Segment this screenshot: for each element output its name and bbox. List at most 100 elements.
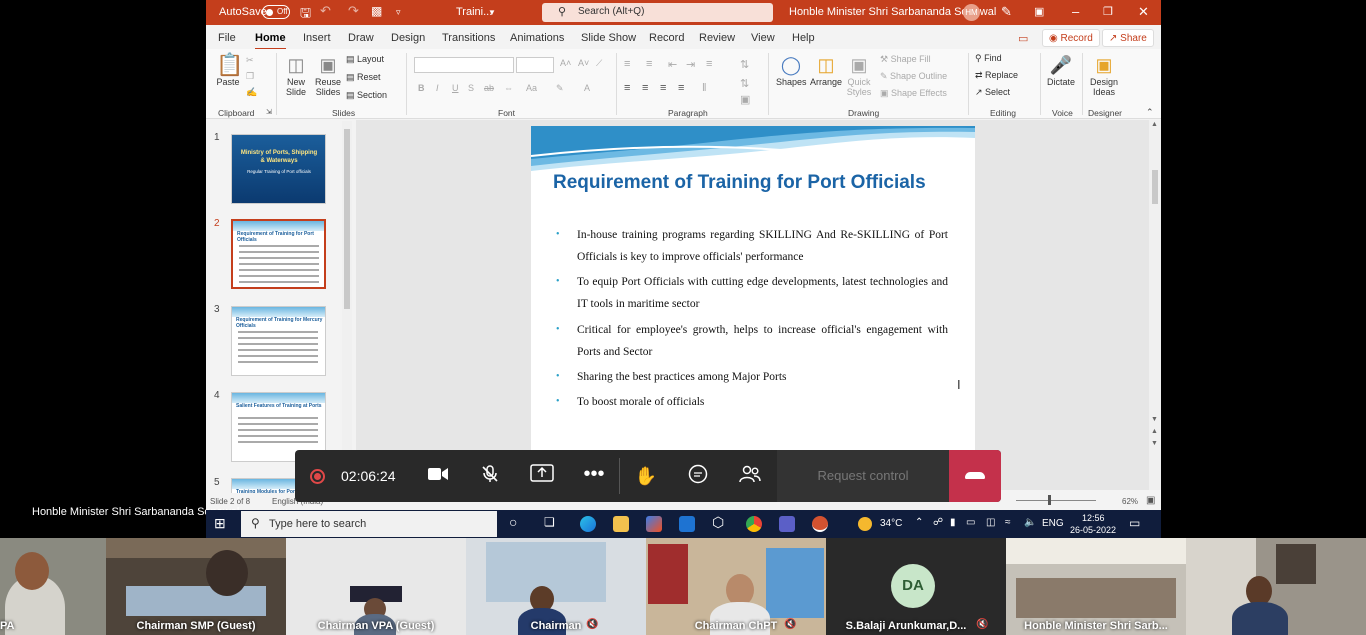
participant-tile[interactable] bbox=[1186, 538, 1366, 635]
temperature[interactable]: 34°C bbox=[880, 518, 902, 529]
smartart-icon[interactable]: ▣ bbox=[740, 93, 750, 106]
tab-design[interactable]: Design bbox=[391, 32, 425, 44]
record-button[interactable]: ◉ Record bbox=[1042, 29, 1100, 47]
windows-start-icon[interactable]: ⊞ bbox=[214, 515, 226, 532]
file-explorer-icon[interactable] bbox=[613, 516, 629, 532]
slide-thumbnail-2[interactable]: Requirement of Training for Port Officia… bbox=[231, 219, 326, 289]
search-input[interactable]: Search (Alt+Q) bbox=[542, 3, 773, 22]
file-name[interactable]: Traini... bbox=[456, 6, 492, 18]
input-language[interactable]: ENG bbox=[1042, 518, 1064, 529]
replace-button[interactable]: ⇄ Replace bbox=[975, 70, 1018, 81]
cortana-icon[interactable]: ○ bbox=[509, 514, 517, 530]
tab-slide-show[interactable]: Slide Show bbox=[581, 32, 636, 44]
redo-icon[interactable]: ↷ bbox=[348, 3, 359, 19]
tab-record[interactable]: Record bbox=[649, 32, 684, 44]
slide-scrollbar[interactable]: ▲ ▼ ▲ ▼ bbox=[1149, 120, 1161, 490]
next-slide-icon[interactable]: ▼ bbox=[1151, 440, 1158, 447]
save-icon[interactable]: 🖫 bbox=[300, 4, 311, 26]
design-ideas-button[interactable]: ▣ Design Ideas bbox=[1087, 53, 1121, 97]
slide-thumbnail-3[interactable]: Requirement of Training for Mercury Offi… bbox=[231, 306, 326, 376]
edge-icon[interactable] bbox=[580, 516, 596, 532]
pen-icon[interactable]: ✎ bbox=[1001, 4, 1012, 20]
thumbnails-scrollbar[interactable] bbox=[342, 121, 352, 491]
participant-tile[interactable]: PA bbox=[0, 538, 106, 635]
find-button[interactable]: ⚲ Find bbox=[975, 53, 1002, 64]
restore-icon[interactable]: ❐ bbox=[1103, 5, 1113, 18]
leave-call-button[interactable] bbox=[949, 450, 1001, 502]
volume-icon[interactable]: 🔈 bbox=[1024, 517, 1036, 528]
bullets-icon[interactable]: ≡ bbox=[624, 58, 630, 70]
autosave-toggle[interactable]: Off bbox=[262, 5, 290, 19]
zoom-slider[interactable] bbox=[1016, 495, 1096, 505]
arrange-button[interactable]: ◫ Arrange bbox=[809, 53, 843, 87]
comments-icon[interactable]: ▭ bbox=[1012, 29, 1034, 47]
dictate-button[interactable]: 🎤 Dictate bbox=[1046, 53, 1076, 87]
zoom-level[interactable]: 62% bbox=[1122, 497, 1138, 506]
tab-file[interactable]: File bbox=[218, 32, 236, 44]
mic-button[interactable] bbox=[476, 464, 504, 488]
notifications-icon[interactable]: ▭ bbox=[1129, 516, 1140, 530]
tab-insert[interactable]: Insert bbox=[303, 32, 331, 44]
highlight-icon[interactable]: ✎ bbox=[556, 83, 564, 94]
avatar[interactable]: HM bbox=[963, 4, 980, 21]
font-family-select[interactable] bbox=[414, 57, 514, 73]
participants-button[interactable] bbox=[736, 464, 764, 488]
shapes-button[interactable]: ◯ Shapes bbox=[776, 53, 807, 87]
collapse-ribbon-icon[interactable]: ⌃ bbox=[1146, 107, 1154, 118]
task-view-icon[interactable]: ❏ bbox=[544, 515, 555, 529]
clock-time[interactable]: 12:56 bbox=[1082, 513, 1105, 523]
shape-outline-button[interactable]: ✎ Shape Outline bbox=[880, 71, 947, 82]
italic-icon[interactable]: I bbox=[436, 83, 439, 93]
char-spacing-icon[interactable]: ⇔ bbox=[504, 83, 513, 93]
slide-bullet[interactable]: • Critical for employee's growth, helps … bbox=[556, 319, 948, 363]
slide-title[interactable]: Requirement of Training for Port Officia… bbox=[553, 171, 953, 194]
increase-indent-icon[interactable]: ⇥ bbox=[686, 58, 695, 71]
participant-tile[interactable]: Chairman 🔇 bbox=[466, 538, 646, 635]
shrink-font-icon[interactable]: A˅ bbox=[578, 58, 589, 68]
tab-draw[interactable]: Draw bbox=[348, 32, 374, 44]
paste-button[interactable]: 📋 Paste bbox=[216, 53, 243, 88]
undo-icon[interactable]: ↶ bbox=[320, 3, 331, 19]
underline-icon[interactable]: U bbox=[452, 83, 459, 93]
bold-icon[interactable]: B bbox=[418, 83, 425, 93]
present-icon[interactable]: ▩ bbox=[371, 4, 382, 18]
justify-icon[interactable]: ≡ bbox=[678, 82, 684, 94]
slide-canvas[interactable]: Requirement of Training for Port Officia… bbox=[531, 126, 975, 490]
ribbon-display-icon[interactable]: ▣ bbox=[1034, 5, 1044, 18]
app-cube-icon[interactable]: ⬡ bbox=[712, 514, 724, 531]
minimize-icon[interactable]: – bbox=[1072, 4, 1079, 19]
usb-icon[interactable]: ▮ bbox=[950, 517, 956, 528]
close-icon[interactable]: ✕ bbox=[1138, 4, 1149, 20]
share-screen-button[interactable] bbox=[528, 464, 556, 488]
show-hidden-icons[interactable]: ⌃ bbox=[915, 517, 923, 528]
select-button[interactable]: ↗ Select bbox=[975, 87, 1010, 98]
align-left-icon[interactable]: ≡ bbox=[624, 82, 630, 94]
chrome-icon[interactable] bbox=[746, 516, 762, 532]
clear-format-icon[interactable]: ⟋ bbox=[596, 58, 602, 69]
file-name-chevron-icon[interactable]: ▼ bbox=[488, 8, 496, 17]
layout-button[interactable]: ▤ Layout bbox=[346, 54, 384, 65]
grow-font-icon[interactable]: A˄ bbox=[560, 58, 571, 68]
format-painter-icon[interactable]: ✍ bbox=[246, 87, 257, 98]
network-icon[interactable]: ☍ bbox=[933, 517, 943, 528]
font-color-icon[interactable]: A bbox=[584, 83, 590, 93]
align-right-icon[interactable]: ≡ bbox=[660, 82, 666, 94]
section-button[interactable]: ▤ Section bbox=[346, 90, 387, 101]
mail-icon[interactable] bbox=[679, 516, 695, 532]
tab-review[interactable]: Review bbox=[699, 32, 735, 44]
powerpoint-icon[interactable] bbox=[812, 516, 828, 532]
more-options-icon[interactable]: ••• bbox=[580, 464, 608, 488]
text-direction-icon[interactable]: ⇅ bbox=[740, 58, 749, 71]
font-size-select[interactable] bbox=[516, 57, 554, 73]
quick-styles-button[interactable]: ▣ Quick Styles bbox=[844, 53, 874, 97]
participant-tile[interactable]: Chairman ChPT 🔇 bbox=[646, 538, 826, 635]
chat-button[interactable] bbox=[684, 464, 712, 488]
tab-transitions[interactable]: Transitions bbox=[442, 32, 495, 44]
tab-help[interactable]: Help bbox=[792, 32, 815, 44]
teams-icon[interactable] bbox=[779, 516, 795, 532]
line-spacing-icon[interactable]: ≡ bbox=[706, 58, 712, 70]
taskbar-search-input[interactable]: Type here to search bbox=[241, 511, 497, 537]
numbering-icon[interactable]: ≡ bbox=[646, 58, 652, 70]
previous-slide-icon[interactable]: ▲ bbox=[1151, 428, 1158, 435]
participant-tile[interactable]: Chairman SMP (Guest) bbox=[106, 538, 286, 635]
